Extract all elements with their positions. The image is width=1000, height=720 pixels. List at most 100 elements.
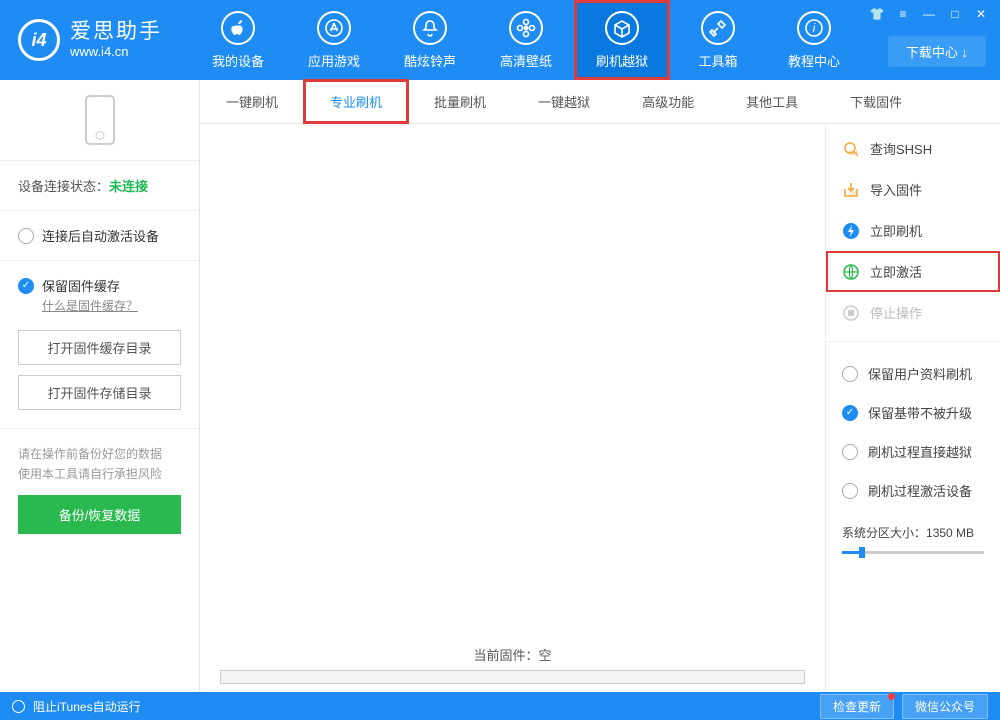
nav-label: 应用游戏 bbox=[308, 51, 360, 70]
nav-label: 我的设备 bbox=[212, 51, 264, 70]
info-icon: i bbox=[797, 11, 831, 45]
action-label: 停止操作 bbox=[870, 303, 922, 322]
open-cache-dir-button[interactable]: 打开固件缓存目录 bbox=[18, 330, 181, 365]
action-label: 查询SHSH bbox=[870, 139, 932, 158]
menu-icon[interactable]: ≡ bbox=[892, 6, 914, 22]
app-logo: i4 爱思助手 www.i4.cn bbox=[0, 19, 180, 61]
keep-cache-label: 保留固件缓存 bbox=[42, 276, 120, 295]
option-1[interactable]: 保留基带不被升级 bbox=[826, 393, 1000, 432]
bell-icon bbox=[413, 11, 447, 45]
subnav-item-3[interactable]: 一键越狱 bbox=[512, 80, 616, 123]
action-label: 立即刷机 bbox=[870, 221, 922, 240]
block-itunes-label: 阻止iTunes自动运行 bbox=[33, 698, 141, 715]
action-label: 导入固件 bbox=[870, 180, 922, 199]
main-content: 当前固件：空 bbox=[200, 124, 825, 692]
auto-activate-label: 连接后自动激活设备 bbox=[42, 226, 159, 245]
footer: 阻止iTunes自动运行 检查更新 微信公众号 bbox=[0, 692, 1000, 720]
firmware-status: 当前固件：空 bbox=[200, 645, 825, 664]
radio-icon bbox=[842, 483, 858, 499]
action-stop: 停止操作 bbox=[826, 292, 1000, 333]
option-label: 保留用户资料刷机 bbox=[868, 364, 972, 383]
logo-icon: i4 bbox=[18, 19, 60, 61]
search-icon: SH bbox=[842, 140, 860, 158]
subnav-item-6[interactable]: 下载固件 bbox=[824, 80, 928, 123]
status-value: 未连接 bbox=[109, 179, 148, 194]
skin-shirt-icon[interactable]: 👕 bbox=[866, 6, 888, 22]
status-label: 设备连接状态： bbox=[18, 179, 109, 194]
subnav-item-2[interactable]: 批量刷机 bbox=[408, 80, 512, 123]
nav-label: 工具箱 bbox=[698, 51, 737, 70]
device-image bbox=[0, 80, 199, 160]
option-label: 刷机过程直接越狱 bbox=[868, 442, 972, 461]
check-update-button[interactable]: 检查更新 bbox=[820, 694, 894, 719]
nav-flower[interactable]: 高清壁纸 bbox=[478, 0, 574, 80]
checkbox-checked-icon bbox=[18, 278, 34, 294]
option-2[interactable]: 刷机过程直接越狱 bbox=[826, 432, 1000, 471]
import-icon bbox=[842, 181, 860, 199]
appstore-icon bbox=[317, 11, 351, 45]
backup-restore-button[interactable]: 备份/恢复数据 bbox=[18, 495, 181, 534]
svg-text:SH: SH bbox=[849, 151, 857, 157]
backup-note: 请在操作前备份好您的数据 使用本工具请自行承担风险 bbox=[0, 429, 199, 495]
radio-icon bbox=[842, 366, 858, 382]
tools-icon bbox=[701, 11, 735, 45]
nav-label: 刷机越狱 bbox=[596, 51, 648, 70]
phone-icon bbox=[85, 95, 115, 145]
connection-status: 设备连接状态：未连接 bbox=[0, 161, 199, 210]
option-label: 保留基带不被升级 bbox=[868, 403, 972, 422]
keep-cache-option[interactable]: 保留固件缓存 bbox=[0, 261, 199, 297]
notification-dot-icon bbox=[888, 693, 895, 700]
action-globe[interactable]: 立即激活 bbox=[826, 251, 1000, 292]
sidebar: 设备连接状态：未连接 连接后自动激活设备 保留固件缓存 什么是固件缓存？ 打开固… bbox=[0, 80, 200, 692]
partition-slider[interactable] bbox=[842, 551, 984, 554]
stop-icon bbox=[842, 304, 860, 322]
progress-bar bbox=[220, 670, 805, 684]
nav-bell[interactable]: 酷炫铃声 bbox=[382, 0, 478, 80]
window-controls: 👕 ≡ — □ ✕ bbox=[866, 6, 992, 22]
radio-checked-icon bbox=[842, 405, 858, 421]
nav-label: 酷炫铃声 bbox=[404, 51, 456, 70]
apple-icon bbox=[221, 11, 255, 45]
subnav-item-5[interactable]: 其他工具 bbox=[720, 80, 824, 123]
action-import[interactable]: 导入固件 bbox=[826, 169, 1000, 210]
action-label: 立即激活 bbox=[870, 262, 922, 281]
sub-navigation: 一键刷机专业刷机批量刷机一键越狱高级功能其他工具下载固件 bbox=[200, 80, 1000, 124]
action-flash[interactable]: 立即刷机 bbox=[826, 210, 1000, 251]
app-title: 爱思助手 bbox=[70, 20, 162, 44]
nav-label: 教程中心 bbox=[788, 51, 840, 70]
right-panel: SH 查询SHSH 导入固件立即刷机立即激活停止操作 保留用户资料刷机保留基带不被升… bbox=[825, 124, 1000, 692]
partition-size: 系统分区大小：1350 MB bbox=[826, 510, 1000, 545]
flash-icon bbox=[842, 222, 860, 240]
app-subdomain: www.i4.cn bbox=[70, 45, 162, 60]
app-header: i4 爱思助手 www.i4.cn 我的设备 应用游戏 酷炫铃声 高清壁纸 刷机越狱 工具… bbox=[0, 0, 1000, 80]
option-0[interactable]: 保留用户资料刷机 bbox=[826, 354, 1000, 393]
subnav-item-4[interactable]: 高级功能 bbox=[616, 80, 720, 123]
nav-tools[interactable]: 工具箱 bbox=[670, 0, 766, 80]
flower-icon bbox=[509, 11, 543, 45]
nav-box[interactable]: 刷机越狱 bbox=[574, 0, 670, 80]
download-center-button[interactable]: 下载中心 ↓ bbox=[888, 36, 986, 67]
minimize-button[interactable]: — bbox=[918, 6, 940, 22]
svg-text:i: i bbox=[813, 21, 816, 35]
action-search[interactable]: SH 查询SHSH bbox=[826, 128, 1000, 169]
radio-icon bbox=[18, 228, 34, 244]
globe-icon bbox=[842, 263, 860, 281]
close-button[interactable]: ✕ bbox=[970, 6, 992, 22]
maximize-button[interactable]: □ bbox=[944, 6, 966, 22]
open-store-dir-button[interactable]: 打开固件存储目录 bbox=[18, 375, 181, 410]
nav-label: 高清壁纸 bbox=[500, 51, 552, 70]
option-3[interactable]: 刷机过程激活设备 bbox=[826, 471, 1000, 510]
radio-icon bbox=[842, 444, 858, 460]
radio-icon bbox=[12, 700, 25, 713]
subnav-item-1[interactable]: 专业刷机 bbox=[304, 80, 408, 123]
subnav-item-0[interactable]: 一键刷机 bbox=[200, 80, 304, 123]
wechat-button[interactable]: 微信公众号 bbox=[902, 694, 988, 719]
nav-info[interactable]: i 教程中心 bbox=[766, 0, 862, 80]
block-itunes-option[interactable]: 阻止iTunes自动运行 bbox=[12, 698, 141, 715]
nav-appstore[interactable]: 应用游戏 bbox=[286, 0, 382, 80]
option-label: 刷机过程激活设备 bbox=[868, 481, 972, 500]
nav-apple[interactable]: 我的设备 bbox=[190, 0, 286, 80]
cache-help-link[interactable]: 什么是固件缓存？ bbox=[42, 299, 138, 313]
box-icon bbox=[605, 11, 639, 45]
auto-activate-option[interactable]: 连接后自动激活设备 bbox=[0, 211, 199, 260]
